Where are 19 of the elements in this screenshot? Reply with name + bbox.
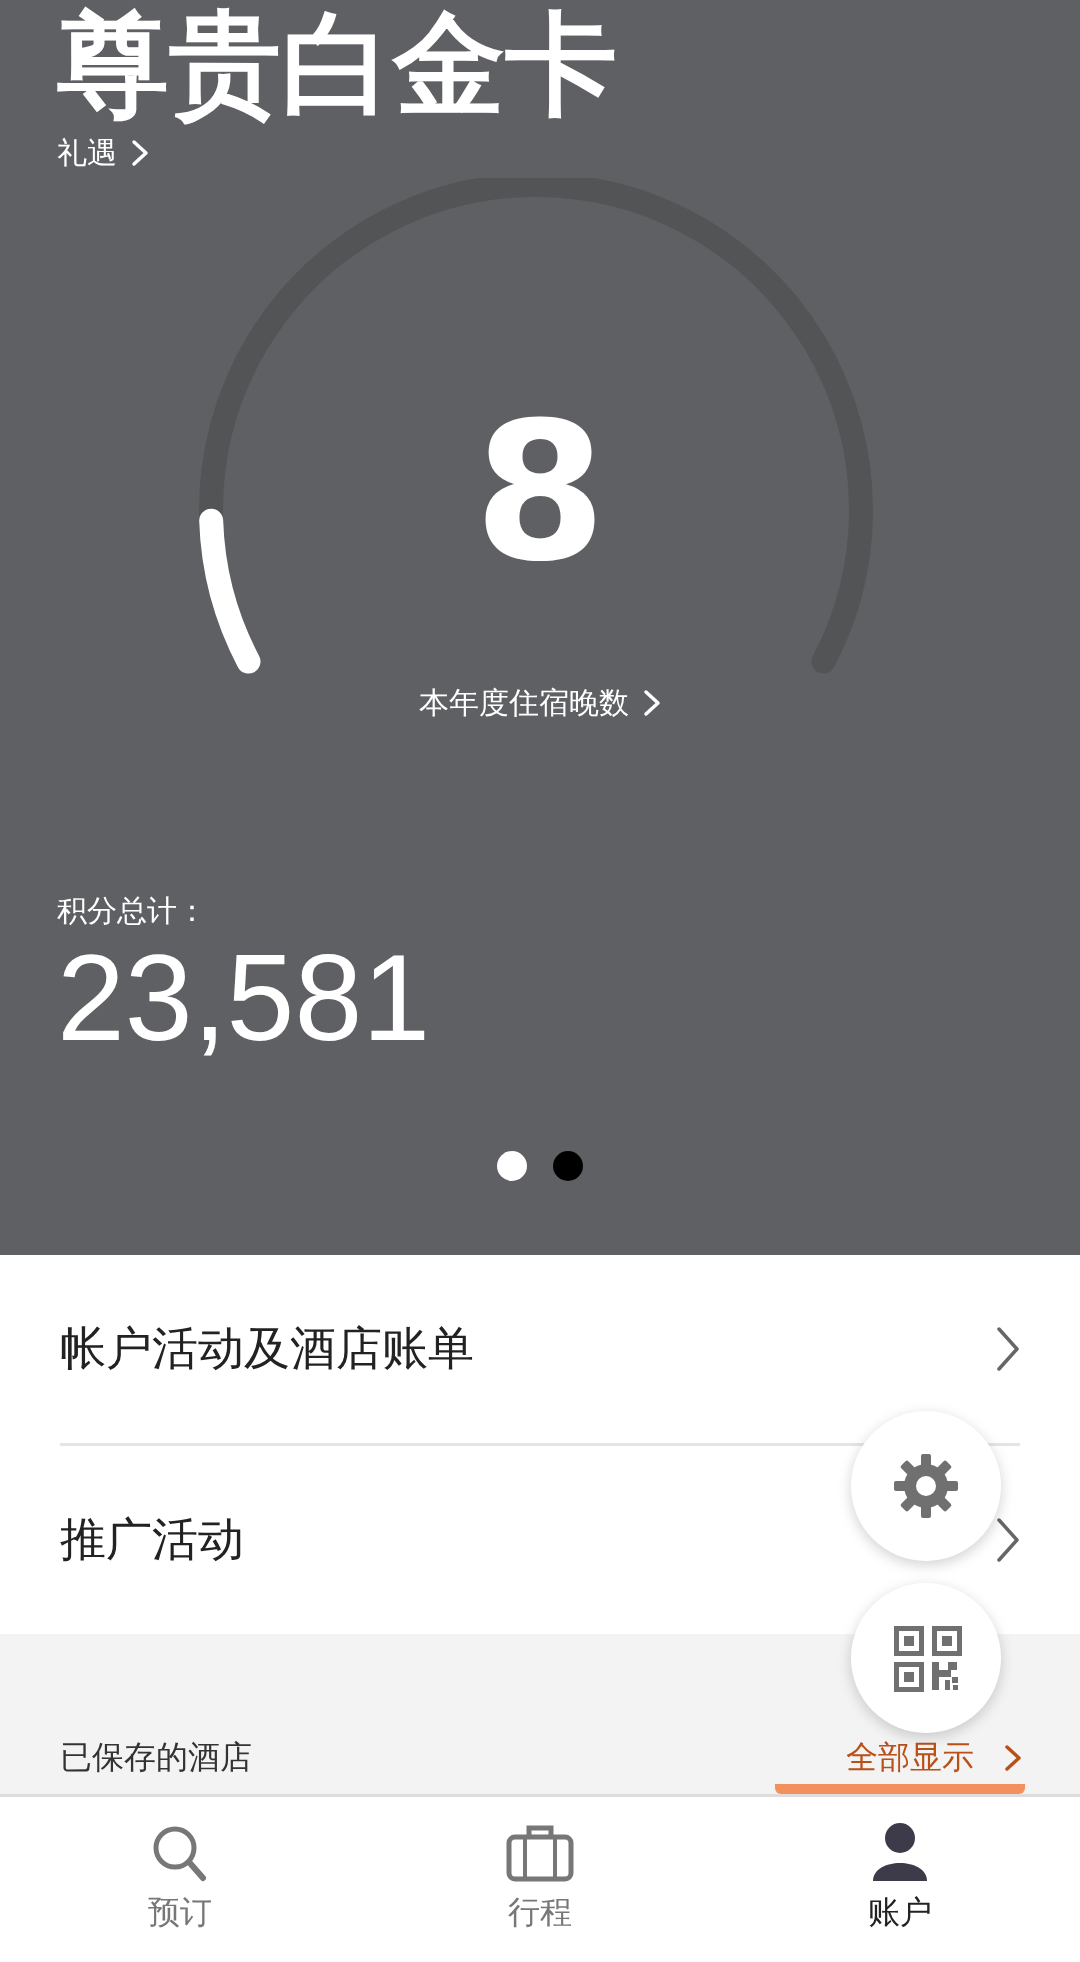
section-title: 已保存的酒店 [60,1737,252,1778]
page-dot[interactable] [497,1151,527,1181]
nights-link[interactable]: 本年度住宿晚数 [419,678,661,728]
points-value: 23,581 [57,933,431,1063]
chevron-icon [996,1326,1020,1372]
chevron-icon [131,139,149,167]
tab-item[interactable]: 账户 [720,1797,1080,1959]
page-dot[interactable] [553,1151,583,1181]
card-tier-title: 尊贵白金卡 [57,0,618,128]
nights-count: 8 [473,388,607,598]
chevron-icon [643,689,661,717]
menu-item[interactable]: 推广活动 [60,1446,1020,1634]
tab-item[interactable]: 预订 [0,1797,360,1959]
chevron-icon [996,1517,1020,1563]
points-label: 积分总计： [57,892,207,930]
show-all-link[interactable]: 全部显示 [846,1736,1022,1780]
chevron-icon [1004,1744,1022,1772]
tab-item[interactable]: 行程 [360,1797,720,1959]
benefits-link[interactable]: 礼遇 [57,128,149,178]
